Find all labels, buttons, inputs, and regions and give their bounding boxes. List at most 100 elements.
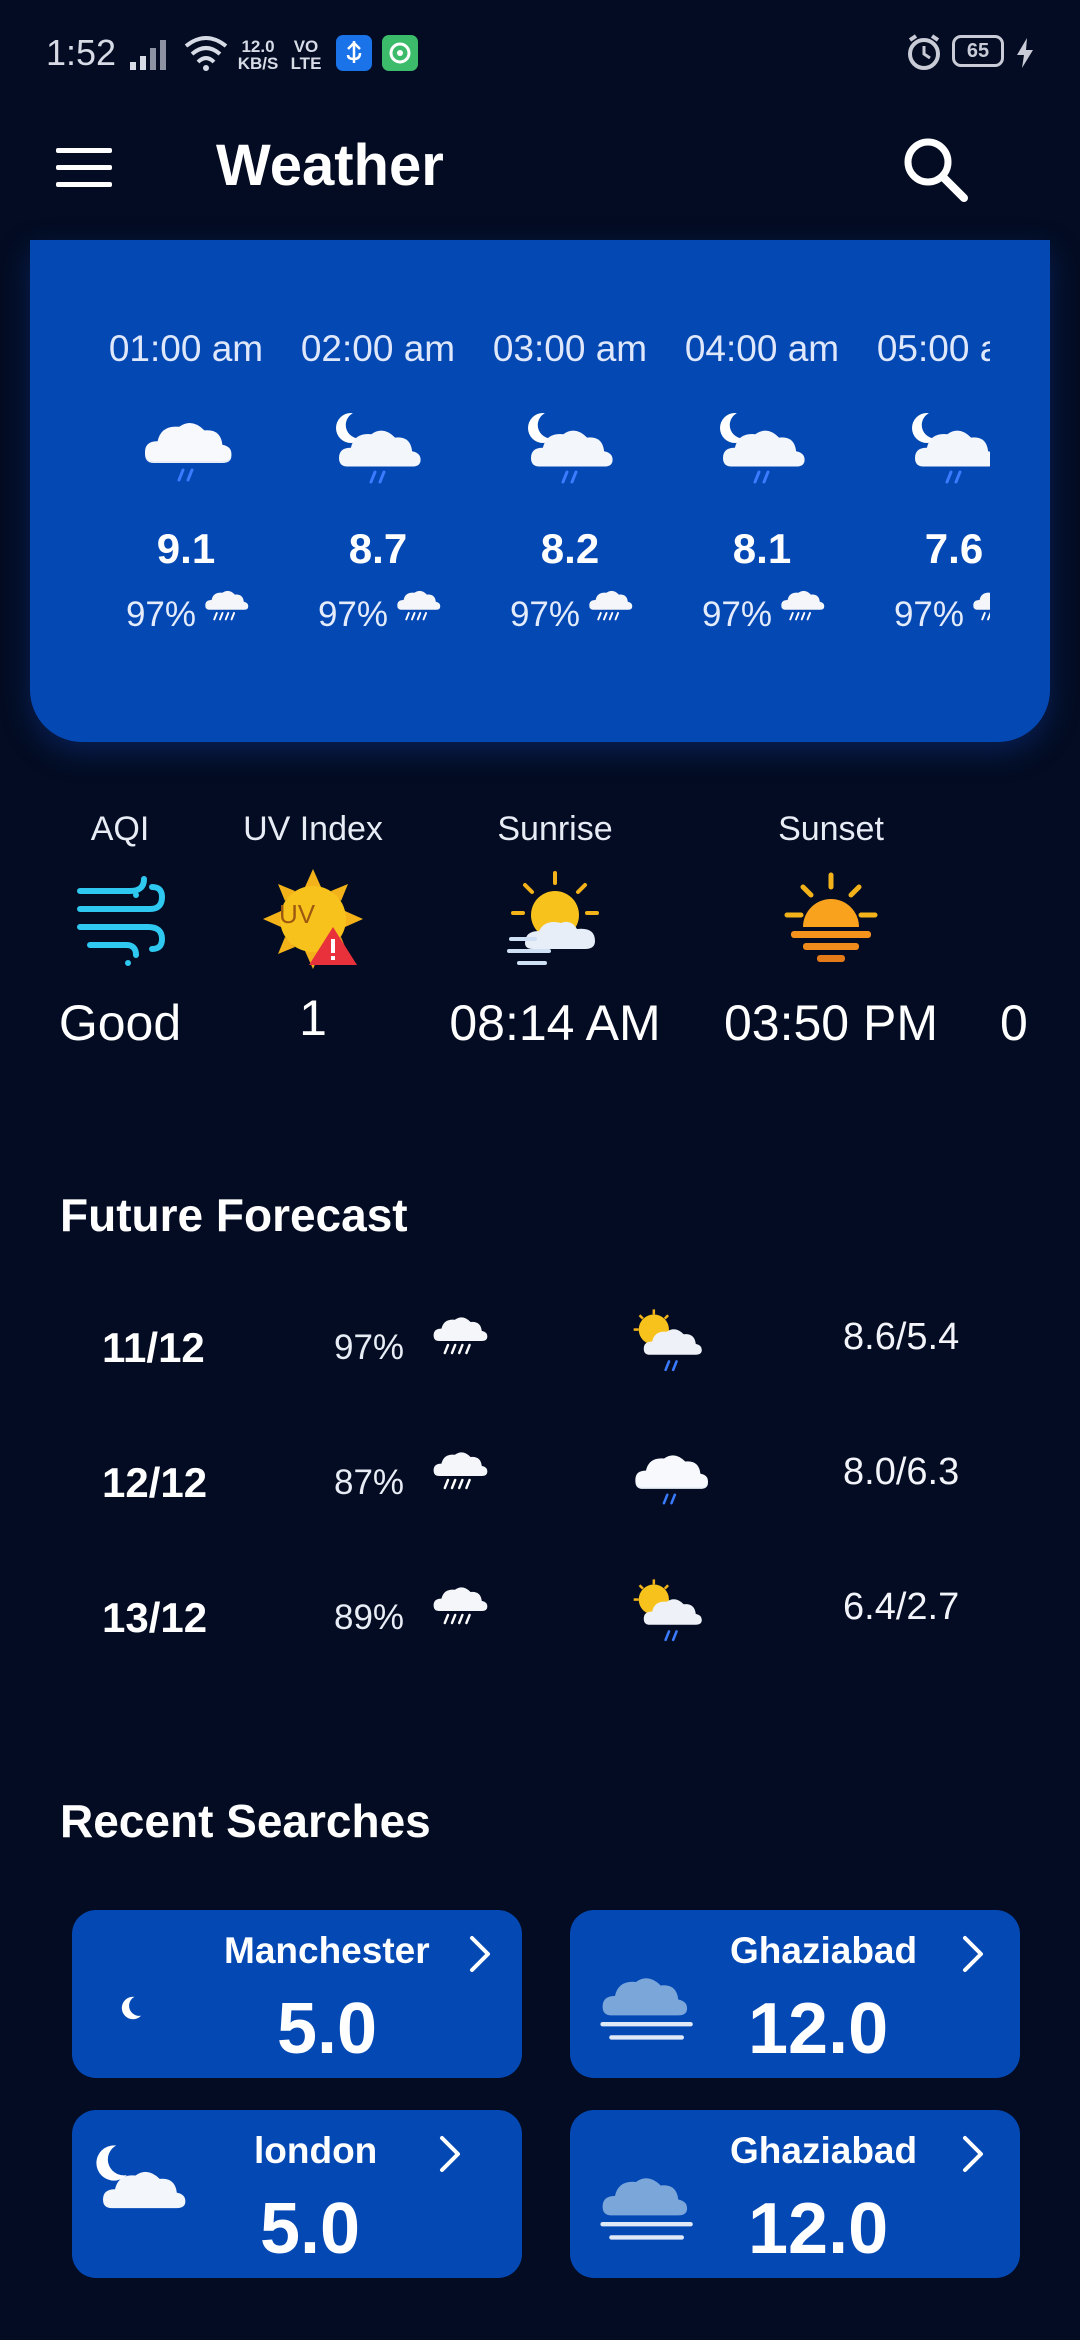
- forecast-humidity: 87%: [334, 1463, 405, 1502]
- recent-search-city: Ghaziabad: [730, 2130, 918, 2171]
- future-forecast-title: Future Forecast: [60, 1189, 408, 1241]
- forecast-row[interactable]: 11/12 97% 8.6/5.4: [0, 1300, 1080, 1420]
- sunrise-icon: [507, 871, 599, 965]
- recent-search-city: Manchester: [224, 1930, 430, 1971]
- moon-cloud-rain-icon: [528, 411, 613, 484]
- recent-search-city: Ghaziabad: [730, 1930, 918, 1971]
- hourly-item: 05:00 am 7.6 97%: [864, 240, 990, 740]
- rain-cloud-small-icon: [589, 590, 633, 621]
- recent-search-card[interactable]: Ghaziabad 12.0: [570, 2110, 1020, 2278]
- forecast-row[interactable]: 12/12 87% 8.0/6.3: [0, 1435, 1080, 1555]
- hourly-humidity: 97%: [893, 595, 964, 634]
- uv-badge: UV: [279, 899, 316, 929]
- rain-cloud-small-icon: [973, 592, 990, 621]
- moon-cloud-rain-icon: [336, 411, 421, 484]
- hourly-time: 03:00 am: [492, 328, 648, 369]
- wifi-icon: [184, 36, 228, 71]
- forecast-date: 13/12: [102, 1594, 208, 1641]
- usb-icon: [336, 35, 372, 71]
- app-title: Weather: [216, 133, 444, 198]
- hourly-time: 01:00 am: [108, 328, 264, 369]
- fog-cloud-icon: [600, 2178, 693, 2240]
- moon-cloud-icon: [96, 2143, 186, 2209]
- hourly-temp: 7.6: [924, 525, 984, 572]
- fog-cloud-icon: [600, 1978, 693, 2040]
- recent-search-card[interactable]: Manchester 5.0: [72, 1910, 522, 2078]
- hourly-time: 04:00 am: [684, 328, 840, 369]
- hourly-forecast-card[interactable]: 01:00 am 9.1 97% 02:00 am 8.7 97% 03:00 am 8.2 9…: [30, 240, 1050, 742]
- moon-cloud-rain-icon: [912, 411, 990, 484]
- status-bar: 1:52 12.0 KB/S VO LTE 65: [0, 0, 1080, 110]
- recent-search-card[interactable]: london 5.0: [72, 2110, 522, 2278]
- info-overflow-value: 0: [1000, 995, 1028, 1051]
- menu-icon: [56, 148, 112, 153]
- uv-block: UV Index UV 1: [233, 810, 393, 1047]
- sunrise-label: Sunrise: [497, 810, 613, 848]
- recent-search-temp: 12.0: [748, 1989, 889, 2069]
- chevron-right-icon: [963, 1936, 983, 1972]
- recent-search-temp: 12.0: [748, 2189, 889, 2269]
- sunset-icon: [784, 872, 878, 962]
- moon-cloud-rain-icon: [720, 411, 805, 484]
- sunset-value: 03:50 PM: [723, 995, 938, 1051]
- alarm-icon: [908, 34, 940, 70]
- hourly-temp: 8.7: [348, 525, 408, 572]
- search-icon: [904, 138, 968, 202]
- hourly-humidity: 97%: [125, 595, 196, 634]
- search-button[interactable]: [894, 128, 974, 208]
- rain-cloud-small-icon: [781, 590, 825, 621]
- rain-cloud-small-icon: [433, 1452, 488, 1490]
- uv-sun-icon: UV: [263, 869, 363, 969]
- wind-icon: [77, 876, 166, 966]
- hourly-humidity: 97%: [509, 595, 580, 634]
- sunset-label: Sunset: [778, 810, 884, 848]
- hourly-time: 05:00 am: [876, 328, 990, 369]
- hourly-time: 02:00 am: [300, 328, 456, 369]
- cloud-rain-icon: [635, 1455, 708, 1505]
- sunset-block: Sunset 03:50 PM: [716, 810, 946, 1052]
- chevron-right-icon: [440, 2136, 460, 2172]
- cloud-rain-icon: [145, 423, 232, 482]
- uv-label: UV Index: [243, 810, 383, 848]
- hourly-item: 01:00 am 9.1 97%: [96, 240, 276, 740]
- app-notification-icon: [382, 35, 418, 71]
- recent-search-card[interactable]: Ghaziabad 12.0: [570, 1910, 1020, 2078]
- hourly-temp: 8.2: [540, 525, 600, 572]
- forecast-date: 12/12: [102, 1459, 208, 1506]
- hourly-item: 03:00 am 8.2 97%: [480, 240, 660, 740]
- net-speed: 12.0 KB/S: [237, 37, 279, 73]
- recent-search-city: london: [254, 2130, 378, 2171]
- chevron-right-icon: [963, 2136, 983, 2172]
- sun-cloud-rain-icon: [633, 1309, 702, 1372]
- hourly-item: 02:00 am 8.7 97%: [288, 240, 468, 740]
- sunrise-value: 08:14 AM: [449, 995, 661, 1051]
- forecast-temps: 8.0/6.3: [843, 1451, 960, 1493]
- rain-cloud-small-icon: [397, 590, 441, 621]
- hourly-scroll[interactable]: 01:00 am 9.1 97% 02:00 am 8.7 97% 03:00 am 8.2 9…: [30, 240, 990, 740]
- forecast-date: 11/12: [102, 1324, 205, 1371]
- moon-icon: [121, 1995, 150, 2020]
- forecast-temps: 8.6/5.4: [843, 1316, 960, 1358]
- aqi-value: Good: [58, 995, 182, 1051]
- signal-icon: [130, 40, 166, 70]
- volte-indicator: VO LTE: [290, 37, 322, 73]
- menu-icon-line: [56, 182, 112, 187]
- hourly-temp: 9.1: [156, 525, 216, 572]
- recent-search-temp: 5.0: [277, 1989, 378, 2069]
- forecast-temps: 6.4/2.7: [843, 1586, 960, 1628]
- aqi-block: AQI Good: [40, 810, 200, 1052]
- menu-icon-line: [56, 165, 112, 170]
- chevron-right-icon: [470, 1936, 490, 1972]
- battery-indicator: 65: [952, 35, 1004, 67]
- uv-value: 1: [299, 990, 327, 1046]
- forecast-humidity: 97%: [334, 1328, 405, 1367]
- sun-cloud-rain-icon: [633, 1579, 702, 1642]
- rain-cloud-small-icon: [433, 1587, 488, 1625]
- sunrise-block: Sunrise 08:14 AM: [440, 810, 670, 1052]
- hourly-humidity: 97%: [317, 595, 388, 634]
- forecast-row[interactable]: 13/12 89% 6.4/2.7: [0, 1570, 1080, 1690]
- hourly-temp: 8.1: [732, 525, 792, 572]
- hourly-item: 04:00 am 8.1 97%: [672, 240, 852, 740]
- menu-button[interactable]: [44, 136, 124, 196]
- forecast-humidity: 89%: [334, 1598, 405, 1637]
